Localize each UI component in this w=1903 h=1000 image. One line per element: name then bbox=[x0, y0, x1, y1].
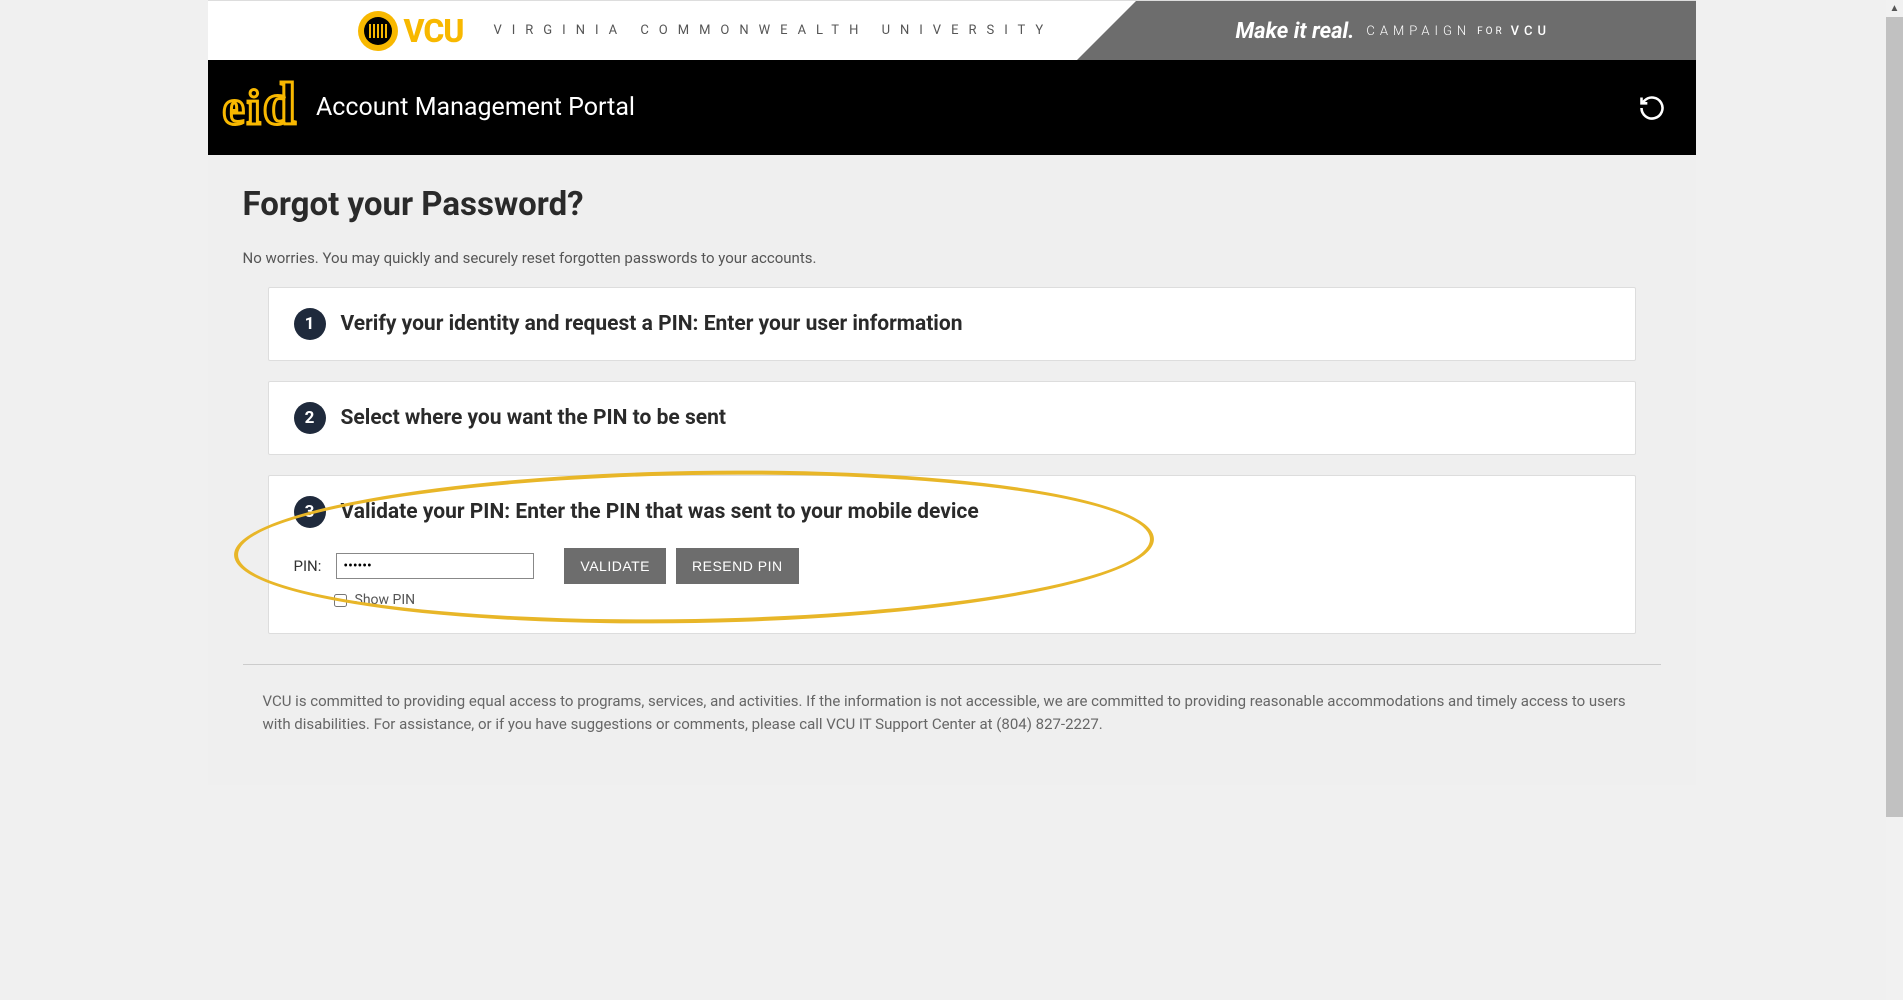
steps-container: 1 Verify your identity and request a PIN… bbox=[243, 287, 1661, 634]
vcu-seal-icon bbox=[358, 11, 398, 51]
page-subtitle: No worries. You may quickly and securely… bbox=[243, 249, 1661, 267]
scrollbar[interactable]: ▲ bbox=[1886, 0, 1903, 1000]
footer-divider bbox=[243, 664, 1661, 665]
pin-input[interactable] bbox=[336, 553, 534, 579]
step-title-1: Verify your identity and request a PIN: … bbox=[341, 312, 963, 336]
step-panel-2[interactable]: 2 Select where you want the PIN to be se… bbox=[268, 381, 1636, 455]
portal-header: eid Account Management Portal bbox=[208, 60, 1696, 155]
scroll-thumb[interactable] bbox=[1886, 17, 1903, 817]
campaign-banner[interactable]: Make it real. CAMPAIGN FOR VCU bbox=[1136, 1, 1696, 61]
pin-label: PIN: bbox=[294, 557, 322, 575]
show-pin-row: Show PIN bbox=[334, 592, 1610, 608]
brand-bar: VCU VIRGINIA COMMONWEALTH UNIVERSITY Mak… bbox=[208, 0, 1696, 60]
page-title: Forgot your Password? bbox=[243, 185, 1661, 224]
campaign-for: FOR bbox=[1477, 26, 1505, 37]
step-title-2: Select where you want the PIN to be sent bbox=[341, 406, 726, 430]
step-number-2: 2 bbox=[294, 402, 326, 434]
step-panel-1[interactable]: 1 Verify your identity and request a PIN… bbox=[268, 287, 1636, 361]
step-panel-3: 3 Validate your PIN: Enter the PIN that … bbox=[268, 475, 1636, 634]
vcu-fullname: VIRGINIA COMMONWEALTH UNIVERSITY bbox=[493, 23, 1053, 38]
vcu-logo[interactable]: VCU bbox=[358, 11, 464, 51]
show-pin-label: Show PIN bbox=[355, 592, 416, 608]
main-content: Forgot your Password? No worries. You ma… bbox=[208, 155, 1696, 785]
step-title-3: Validate your PIN: Enter the PIN that wa… bbox=[341, 500, 979, 524]
campaign-tagline: Make it real. bbox=[1236, 19, 1355, 44]
portal-title: Account Management Portal bbox=[316, 93, 635, 122]
campaign-vcu: VCU bbox=[1511, 24, 1551, 39]
show-pin-checkbox[interactable] bbox=[334, 594, 347, 607]
footer-accessibility-text: VCU is committed to providing equal acce… bbox=[243, 690, 1661, 765]
eid-logo[interactable]: eid bbox=[223, 74, 296, 142]
page-wrapper: VCU VIRGINIA COMMONWEALTH UNIVERSITY Mak… bbox=[208, 0, 1696, 785]
vcu-logo-text: VCU bbox=[404, 12, 464, 50]
campaign-label: CAMPAIGN bbox=[1366, 24, 1471, 39]
resend-pin-button[interactable]: RESEND PIN bbox=[676, 548, 799, 584]
scroll-up-icon[interactable]: ▲ bbox=[1886, 0, 1903, 17]
pin-form: PIN: VALIDATE RESEND PIN bbox=[294, 548, 1610, 584]
step-number-1: 1 bbox=[294, 308, 326, 340]
validate-button[interactable]: VALIDATE bbox=[564, 548, 666, 584]
refresh-icon[interactable] bbox=[1638, 94, 1666, 122]
step-number-3: 3 bbox=[294, 496, 326, 528]
